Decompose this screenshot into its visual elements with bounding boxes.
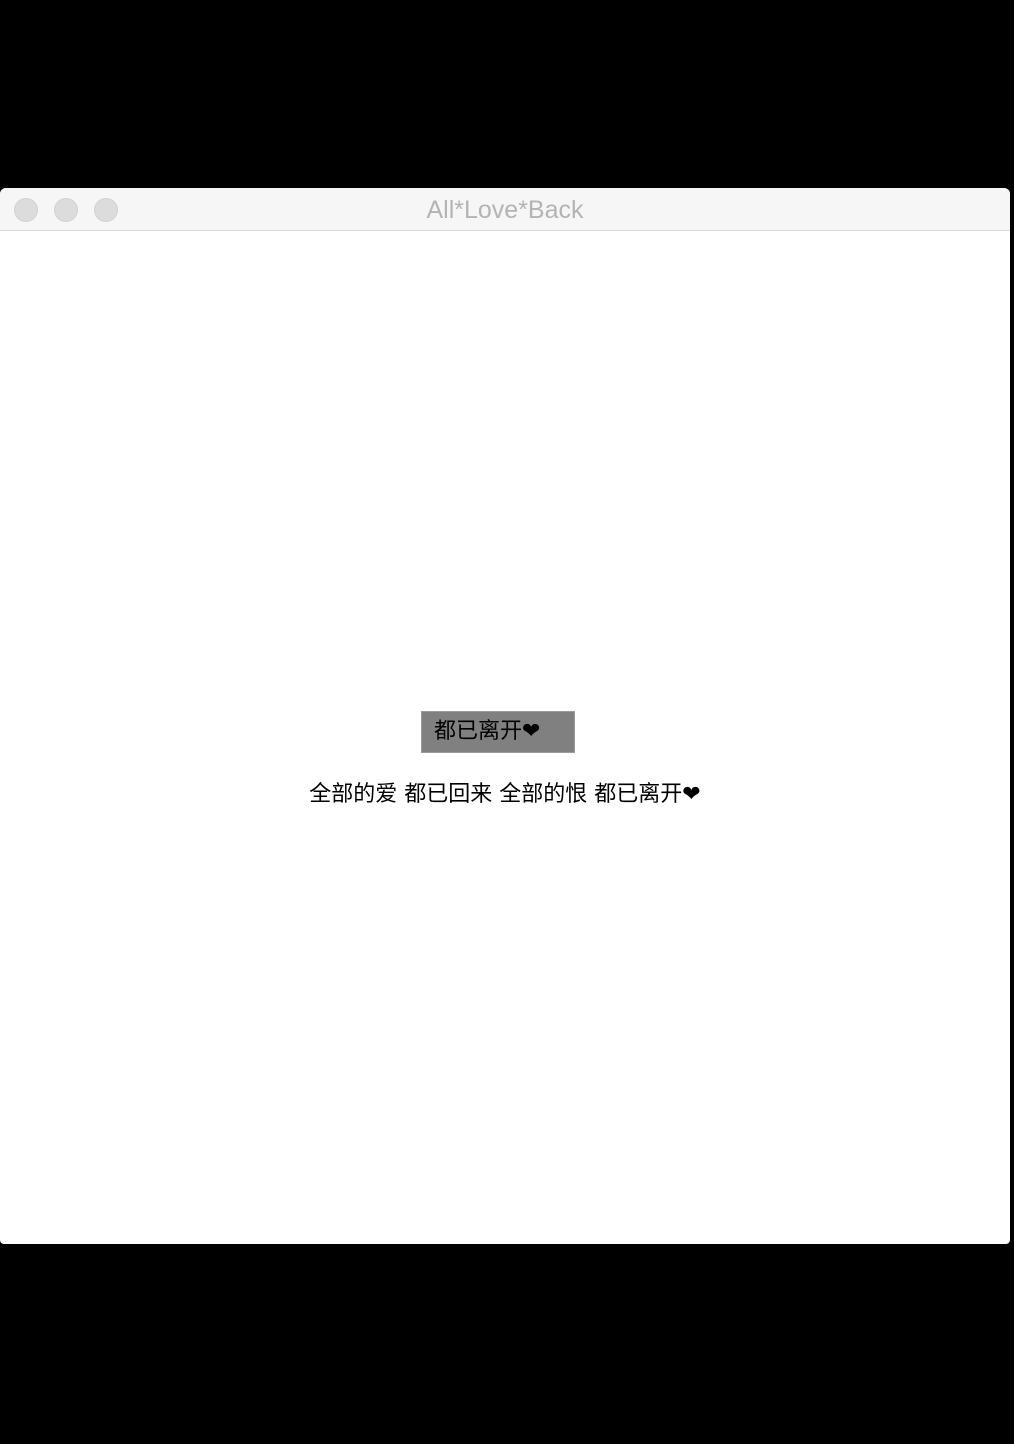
title-bar[interactable]: All*Love*Back <box>0 188 1010 231</box>
window-content: 都已离开❤ 全部的爱 都已回来 全部的恨 都已离开❤ <box>0 231 1010 1244</box>
lyric-label: 全部的爱 都已回来 全部的恨 都已离开❤ <box>309 782 701 807</box>
app-window: All*Love*Back 都已离开❤ 全部的爱 都已回来 全部的恨 都已离开❤ <box>0 188 1010 1244</box>
leave-button[interactable]: 都已离开❤ <box>421 711 575 753</box>
window-title: All*Love*Back <box>426 196 584 224</box>
